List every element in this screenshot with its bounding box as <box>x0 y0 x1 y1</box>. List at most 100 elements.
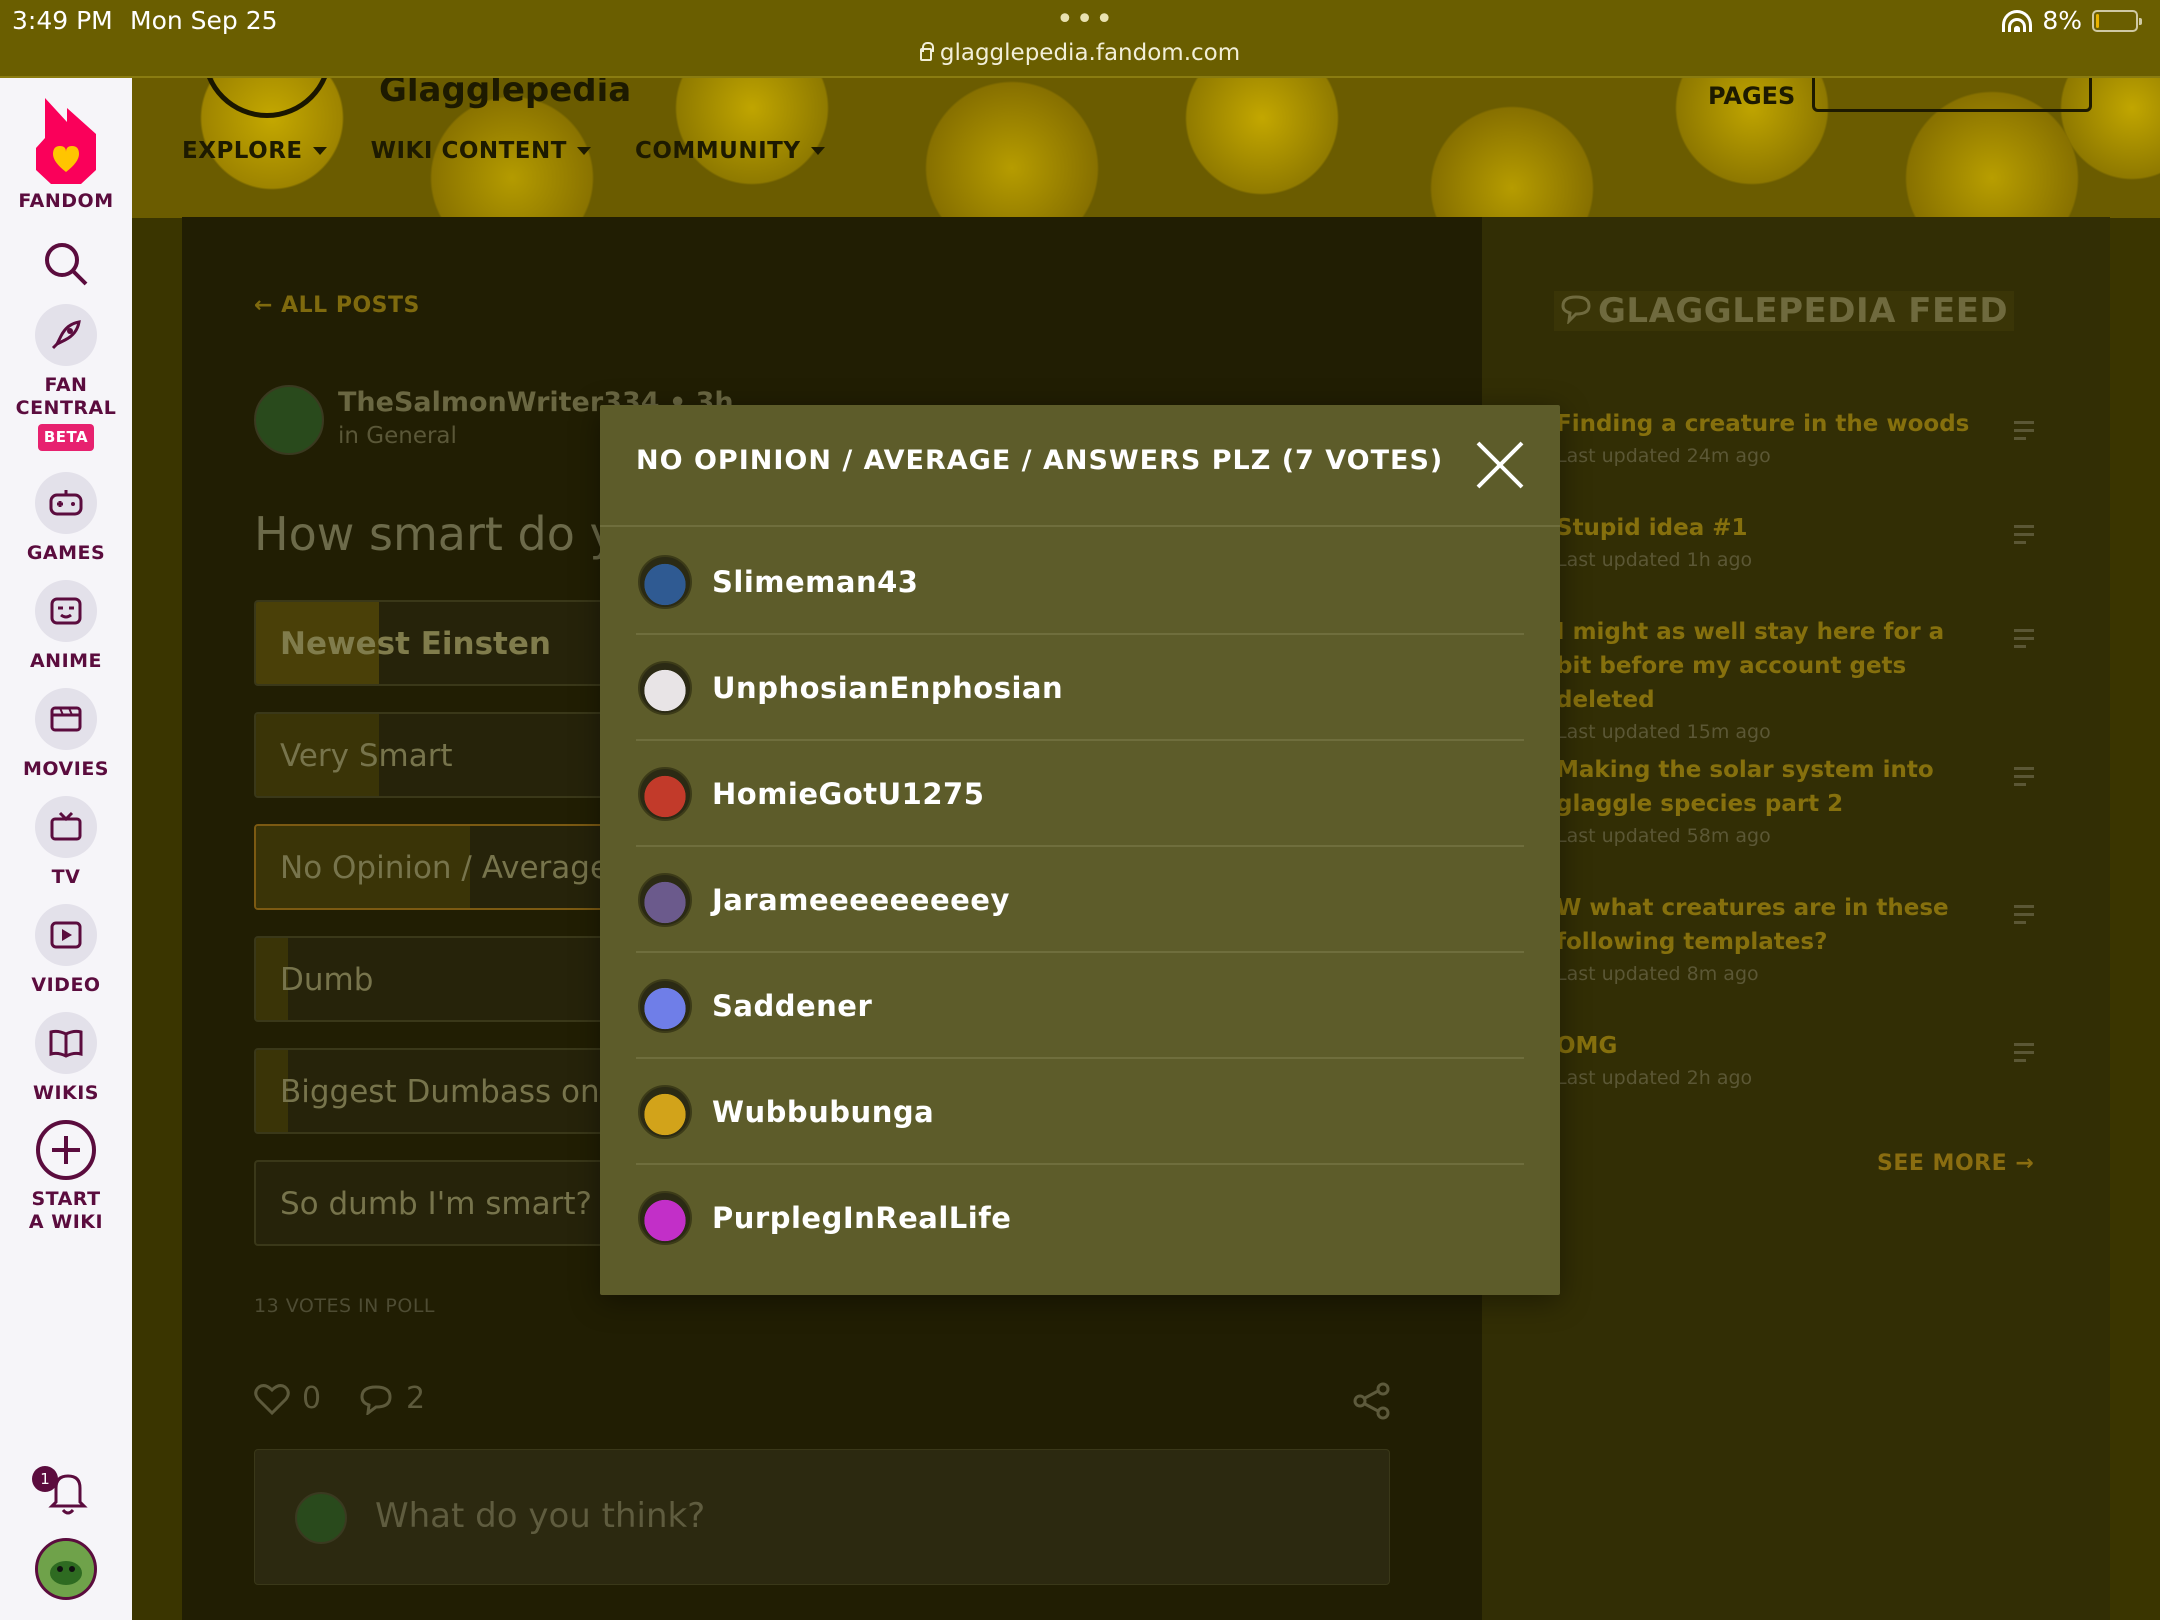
voter-row[interactable]: UnphosianEnphosian <box>636 635 1524 741</box>
nav-fan-central[interactable]: FAN CENTRAL BETA <box>0 304 132 451</box>
play-icon <box>50 921 82 949</box>
voter-avatar <box>638 767 692 821</box>
wiki-name[interactable]: Glagglepedia <box>379 78 631 110</box>
voter-name: Jarameeeeeeeeey <box>712 883 1010 917</box>
poll-option[interactable]: So dumb I'm smart? <box>254 1160 654 1246</box>
global-search-button[interactable] <box>0 240 132 294</box>
right-rail: GLAGGLEPEDIA FEED Finding a creature in … <box>1482 217 2110 1620</box>
like-count: 0 <box>302 1381 322 1416</box>
voter-name: Slimeman43 <box>712 565 919 599</box>
tv-icon <box>50 811 82 841</box>
nav-label: MOVIES <box>23 758 109 780</box>
fandom-heart-icon <box>36 98 96 184</box>
gamepad-icon <box>49 490 83 516</box>
comment-placeholder: What do you think? <box>375 1496 706 1536</box>
poll-option[interactable]: Dumb <box>254 936 654 1022</box>
url-text: glagglepedia.fandom.com <box>939 40 1241 66</box>
all-posts-link[interactable]: ← ALL POSTS <box>254 293 420 318</box>
post-title: How smart do y <box>254 507 617 561</box>
wiki-logo[interactable] <box>202 78 332 118</box>
voter-row[interactable]: Saddener <box>636 953 1524 1059</box>
voter-row[interactable]: PurplegInRealLife <box>636 1165 1524 1271</box>
feed-item-menu-icon[interactable] <box>2014 767 2034 791</box>
poll-option-selected[interactable]: No Opinion / Average <box>254 824 654 910</box>
battery-icon <box>2092 9 2142 32</box>
nav-wikis[interactable]: WIKIS <box>0 1012 132 1105</box>
lock-icon <box>919 42 934 61</box>
address-bar[interactable]: glagglepedia.fandom.com <box>0 40 2160 66</box>
feed-item[interactable]: I might as well stay here for a bit befo… <box>1556 615 1976 743</box>
feed-item[interactable]: Making the solar system into glaggle spe… <box>1556 753 1976 847</box>
user-avatar[interactable] <box>35 1538 97 1600</box>
fandom-global-nav: FANDOM FAN CENTRAL BETA GAMES ANIME MOVI… <box>0 78 132 1620</box>
voter-name: UnphosianEnphosian <box>712 671 1064 705</box>
nav-label: ANIME <box>29 650 103 672</box>
nav-label: WIKIS <box>32 1082 99 1104</box>
voter-row[interactable]: Wubbubunga <box>636 1059 1524 1165</box>
feed-item-menu-icon[interactable] <box>2014 905 2034 929</box>
voter-avatar <box>638 979 692 1033</box>
search-icon <box>45 243 88 286</box>
voter-row[interactable]: Slimeman43 <box>636 529 1524 635</box>
voter-row[interactable]: HomieGotU1275 <box>636 741 1524 847</box>
voter-avatar <box>638 555 692 609</box>
header-tools[interactable] <box>1812 78 2092 112</box>
nav-wiki-content[interactable]: WIKI CONTENT <box>371 138 591 164</box>
poll-option[interactable]: Very Smart <box>254 712 654 798</box>
feed-item[interactable]: Stupid idea #1 Last updated 1h ago <box>1556 511 1976 571</box>
clapperboard-icon <box>50 706 82 732</box>
commenter-avatar <box>295 1492 347 1544</box>
share-icon[interactable] <box>1352 1382 1392 1420</box>
author-avatar[interactable] <box>254 385 324 455</box>
feed-item-menu-icon[interactable] <box>2014 629 2034 653</box>
feed-item[interactable]: Finding a creature in the woods Last upda… <box>1556 407 1976 467</box>
feed-item[interactable]: W what creatures are in these following … <box>1556 891 1976 985</box>
feed-item-menu-icon[interactable] <box>2014 1043 2034 1067</box>
nav-movies[interactable]: MOVIES <box>0 688 132 781</box>
voter-name: PurplegInRealLife <box>712 1201 1012 1235</box>
poll-vote-total: 13 VOTES IN POLL <box>254 1295 435 1317</box>
battery-percent: 8% <box>2042 6 2082 35</box>
see-more-link[interactable]: SEE MORE → <box>1877 1151 2034 1176</box>
fandom-brand-label: FANDOM <box>18 190 114 212</box>
nav-video[interactable]: VIDEO <box>0 904 132 997</box>
feed-item-menu-icon[interactable] <box>2014 421 2034 445</box>
voter-avatar <box>638 873 692 927</box>
nav-label: START A WIKI <box>28 1188 104 1233</box>
nav-anime[interactable]: ANIME <box>0 580 132 673</box>
anime-face-icon <box>50 597 82 625</box>
feed-item[interactable]: OMG Last updated 2h ago <box>1556 1029 1976 1089</box>
voter-row[interactable]: Jarameeeeeeeeey <box>636 847 1524 953</box>
comment-button[interactable]: 2 <box>358 1381 425 1416</box>
nav-label: TV <box>51 866 81 888</box>
poll-option[interactable]: Biggest Dumbass on e <box>254 1048 654 1134</box>
multitasking-dots-icon[interactable]: ••• <box>1056 2 1115 37</box>
nav-tv[interactable]: TV <box>0 796 132 889</box>
comment-input[interactable]: What do you think? <box>254 1449 1390 1585</box>
modal-title: NO OPINION / AVERAGE / ANSWERS PLZ (7 VO… <box>636 445 1444 476</box>
like-button[interactable]: 0 <box>254 1381 321 1416</box>
nav-explore[interactable]: EXPLORE <box>182 138 327 164</box>
feed-title: GLAGGLEPEDIA FEED <box>1554 291 2015 331</box>
nav-label: VIDEO <box>31 974 101 996</box>
heart-icon <box>254 1383 290 1415</box>
status-time: 3:49 PM <box>12 6 113 35</box>
wifi-icon <box>2002 9 2033 32</box>
status-bar: 3:49 PM Mon Sep 25 ••• glagglepedia.fand… <box>0 0 2160 78</box>
nav-games[interactable]: GAMES <box>0 472 132 565</box>
book-icon <box>49 1029 83 1058</box>
caret-down-icon <box>576 147 591 155</box>
poll-option[interactable]: Newest Einsten <box>254 600 654 686</box>
feed-item-menu-icon[interactable] <box>2014 525 2034 549</box>
plus-circle-icon <box>36 1120 96 1180</box>
nav-community[interactable]: COMMUNITY <box>635 138 825 164</box>
close-icon[interactable] <box>1474 439 1526 491</box>
speech-bubble-icon <box>360 1384 392 1415</box>
voter-avatar <box>638 661 692 715</box>
nav-label: FAN CENTRAL <box>15 374 117 419</box>
post-category: in General <box>338 423 457 449</box>
pages-count-label: PAGES <box>1708 82 1796 110</box>
comment-count: 2 <box>406 1381 426 1416</box>
nav-start-a-wiki[interactable]: START A WIKI <box>0 1118 132 1234</box>
fandom-logo[interactable]: FANDOM <box>0 94 132 213</box>
